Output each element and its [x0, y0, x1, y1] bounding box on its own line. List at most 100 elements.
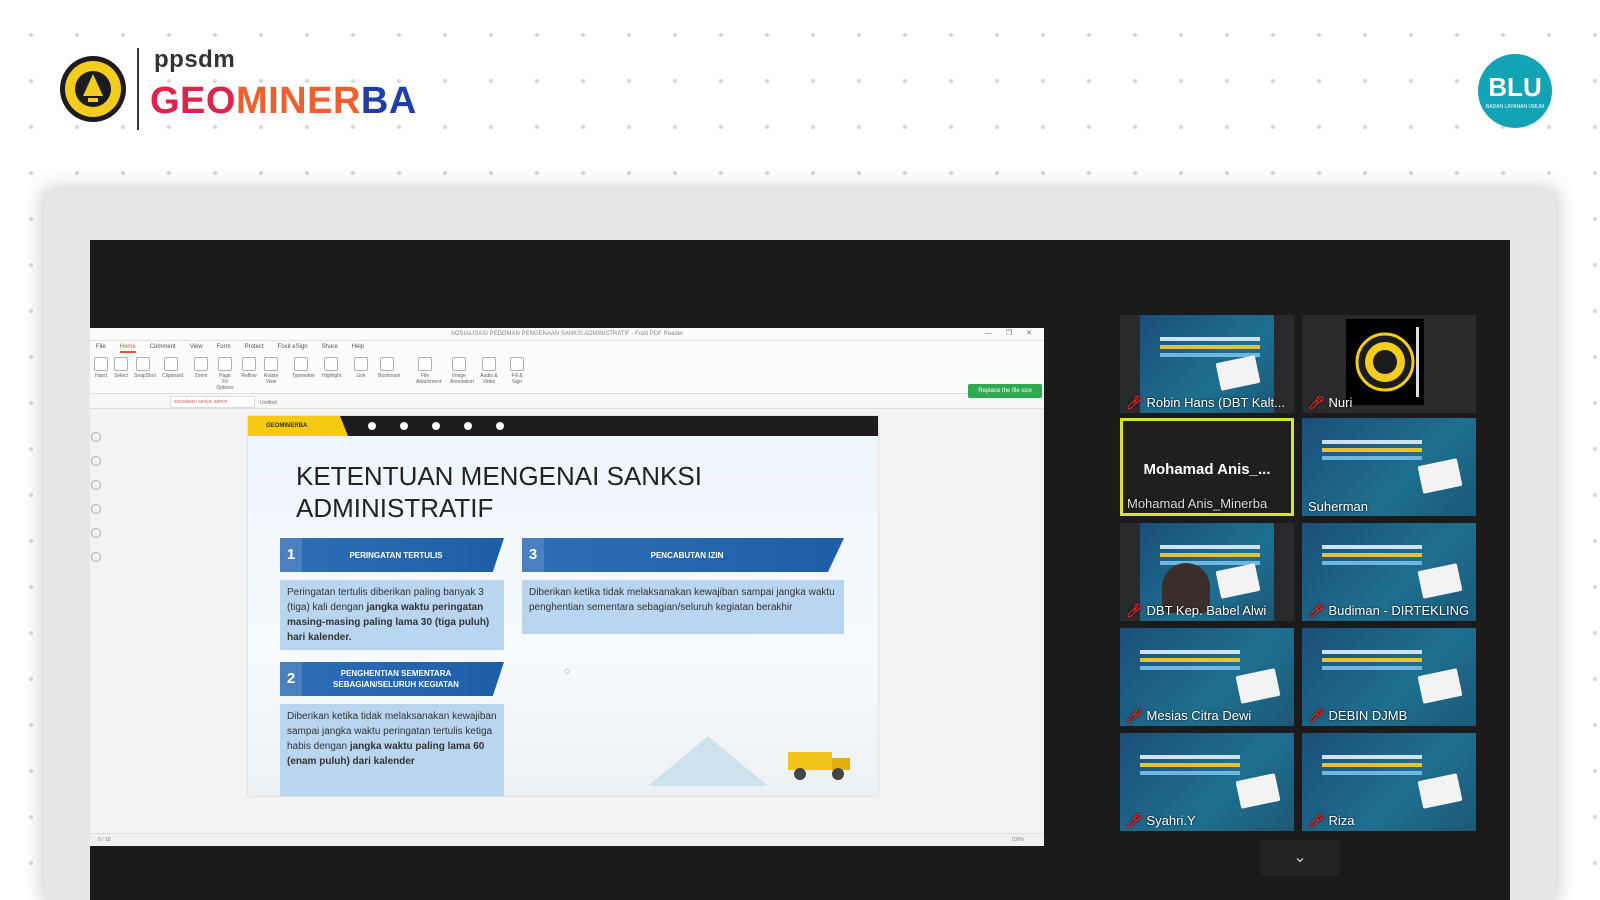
tool-page-fit[interactable]: Page Fit Options — [216, 357, 234, 391]
reflow-icon — [242, 357, 256, 371]
shared-screen-pdf-reader: SOSIALISASI PEDOMAN PENGENAAN SANKSI ADM… — [90, 328, 1044, 846]
tool-highlight[interactable]: Highlight — [322, 357, 341, 379]
participant-avatar — [1346, 319, 1424, 405]
mic-muted-icon: 🎤︎ — [1126, 708, 1143, 723]
participant-tile[interactable]: 🎤︎ Nuri — [1302, 315, 1476, 413]
tool-rotate[interactable]: Rotate View — [262, 357, 280, 385]
slide-nav-dots — [368, 422, 504, 430]
ribbon-toolbar: Hand Select SnapShot Clipboard Zoom Page… — [90, 353, 1044, 394]
item-1-header: 1 PERINGATAN TERTULIS — [280, 538, 504, 572]
signature-panel-icon[interactable] — [91, 552, 101, 562]
hand-icon — [94, 357, 108, 371]
link-icon — [354, 357, 368, 371]
participant-name: Mohamad Anis_Minerba — [1127, 496, 1268, 511]
chevron-down-icon: ⌄ — [1293, 849, 1307, 866]
participant-name: 🎤︎ Budiman - DIRTEKLING — [1308, 603, 1470, 618]
image-icon — [452, 357, 466, 371]
nav-dot — [464, 422, 472, 430]
nav-dot — [496, 422, 504, 430]
item-1-description: Peringatan tertulis diberikan paling ban… — [280, 580, 504, 650]
participant-name: 🎤︎ Syahri.Y — [1126, 813, 1196, 828]
participant-display-name: Mohamad Anis_... — [1143, 461, 1271, 478]
bookmark-icon — [380, 357, 394, 371]
mic-muted-icon: 🎤︎ — [1308, 395, 1325, 410]
attachments-panel-icon[interactable] — [91, 528, 101, 538]
participant-tile[interactable]: 🎤︎ Budiman - DIRTEKLING — [1302, 523, 1476, 621]
tool-reflow[interactable]: Reflow — [240, 357, 258, 379]
mic-muted-icon: 🎤︎ — [1126, 603, 1143, 618]
tab-file[interactable]: File — [96, 341, 106, 353]
participant-tile[interactable]: 🎤︎ Riza — [1302, 733, 1476, 831]
tab-view[interactable]: View — [190, 341, 203, 353]
mountain-decoration — [648, 736, 768, 786]
tool-file-attachment[interactable]: File Attachment — [416, 357, 441, 385]
item-2-description: Diberikan ketika tidak melaksanakan kewa… — [280, 704, 504, 796]
slide-nav-bar: GEOMINERBA — [248, 416, 878, 436]
attachment-icon — [418, 357, 432, 371]
page-indicator[interactable]: 5 / 18 — [98, 837, 111, 843]
item-3-header: 3 PENCABUTAN IZIN — [522, 538, 844, 572]
page-fit-icon — [218, 357, 232, 371]
slide-brand: GEOMINERBA — [248, 416, 348, 436]
tab-home[interactable]: Home — [119, 341, 136, 353]
pages-panel-icon[interactable] — [91, 456, 101, 466]
tool-select[interactable]: Select — [112, 357, 130, 379]
tool-snapshot[interactable]: SnapShot — [134, 357, 156, 379]
truck-illustration — [788, 752, 850, 780]
tool-zoom[interactable]: Zoom — [192, 357, 210, 379]
rotate-icon — [264, 357, 278, 371]
item-2-header: 2 PENGHENTIAN SEMENTARA SEBAGIAN/SELURUH… — [280, 662, 504, 696]
tool-clipboard[interactable]: Clipboard — [162, 357, 183, 379]
esdm-seal-logo — [60, 56, 126, 122]
tool-fill-sign[interactable]: Fill & Sign — [508, 357, 526, 385]
mic-muted-icon: 🎤︎ — [1126, 395, 1143, 410]
participant-tile[interactable]: Suherman — [1302, 418, 1476, 516]
bookmark-panel-icon[interactable] — [91, 432, 101, 442]
tool-bookmark[interactable]: Bookmark — [378, 357, 401, 379]
participant-tile[interactable]: 🎤︎ Robin Hans (DBT Kalt... — [1120, 315, 1294, 413]
video-icon — [482, 357, 496, 371]
nav-dot — [432, 422, 440, 430]
item-3-description: Diberikan ketika tidak melaksanakan kewa… — [522, 580, 844, 634]
participant-tile-active-speaker[interactable]: Mohamad Anis_... Mohamad Anis_Minerba — [1120, 418, 1294, 516]
typewriter-icon — [294, 357, 308, 371]
ribbon-tabs: File Home Comment View Form Protect Foxi… — [90, 341, 1044, 353]
tool-audio-video[interactable]: Audio & Video — [480, 357, 498, 385]
document-tab-2[interactable]: Untitled — [260, 396, 277, 410]
nav-dot — [400, 422, 408, 430]
tool-hand[interactable]: Hand — [92, 357, 110, 379]
mouse-cursor: ◌ — [564, 666, 570, 677]
tab-form[interactable]: Form — [217, 341, 231, 353]
nav-dot — [368, 422, 376, 430]
presentation-slide: GEOMINERBA KETENTUAN MENGENAI SANKSI ADM… — [248, 416, 878, 796]
tool-link[interactable]: Link — [352, 357, 370, 379]
gallery-scroll-down-button[interactable]: ⌄ — [1260, 840, 1340, 876]
window-controls[interactable]: — ❐ ✕ — [985, 328, 1038, 340]
tab-share[interactable]: Share — [322, 341, 338, 353]
tab-comment[interactable]: Comment — [150, 341, 176, 353]
tool-typewriter[interactable]: Typewriter — [292, 357, 315, 379]
select-icon — [114, 357, 128, 371]
tool-image-annotation[interactable]: Image Annotation — [450, 357, 474, 385]
layers-panel-icon[interactable] — [91, 480, 101, 490]
mic-muted-icon: 🎤︎ — [1308, 603, 1325, 618]
zoom-level[interactable]: 100% — [1011, 834, 1024, 846]
reader-green-button[interactable]: Replace the file size — [968, 384, 1042, 398]
comments-panel-icon[interactable] — [91, 504, 101, 514]
brand-geominerba: GEOMINERBA — [150, 80, 417, 122]
snapshot-icon — [136, 357, 150, 371]
tab-help[interactable]: Help — [352, 341, 364, 353]
participant-tile[interactable]: 🎤︎ Mesias Citra Dewi — [1120, 628, 1294, 726]
participant-name: 🎤︎ Mesias Citra Dewi — [1126, 708, 1252, 723]
document-tab[interactable]: sosialisasi sanksi admin — [170, 396, 255, 408]
reader-window-title: SOSIALISASI PEDOMAN PENGENAAN SANKSI ADM… — [450, 331, 684, 337]
participant-tile[interactable]: 🎤︎ DEBIN DJMB — [1302, 628, 1476, 726]
participant-name: 🎤︎ Riza — [1308, 813, 1355, 828]
mic-muted-icon: 🎤︎ — [1308, 708, 1325, 723]
participant-name: 🎤︎ DBT Kep. Babel Alwi — [1126, 603, 1267, 618]
tab-protect[interactable]: Protect — [245, 341, 264, 353]
participant-tile[interactable]: 🎤︎ DBT Kep. Babel Alwi — [1120, 523, 1294, 621]
reader-sidebar — [90, 418, 101, 818]
tab-esign[interactable]: Foxit eSign — [278, 341, 308, 353]
participant-tile[interactable]: 🎤︎ Syahri.Y — [1120, 733, 1294, 831]
